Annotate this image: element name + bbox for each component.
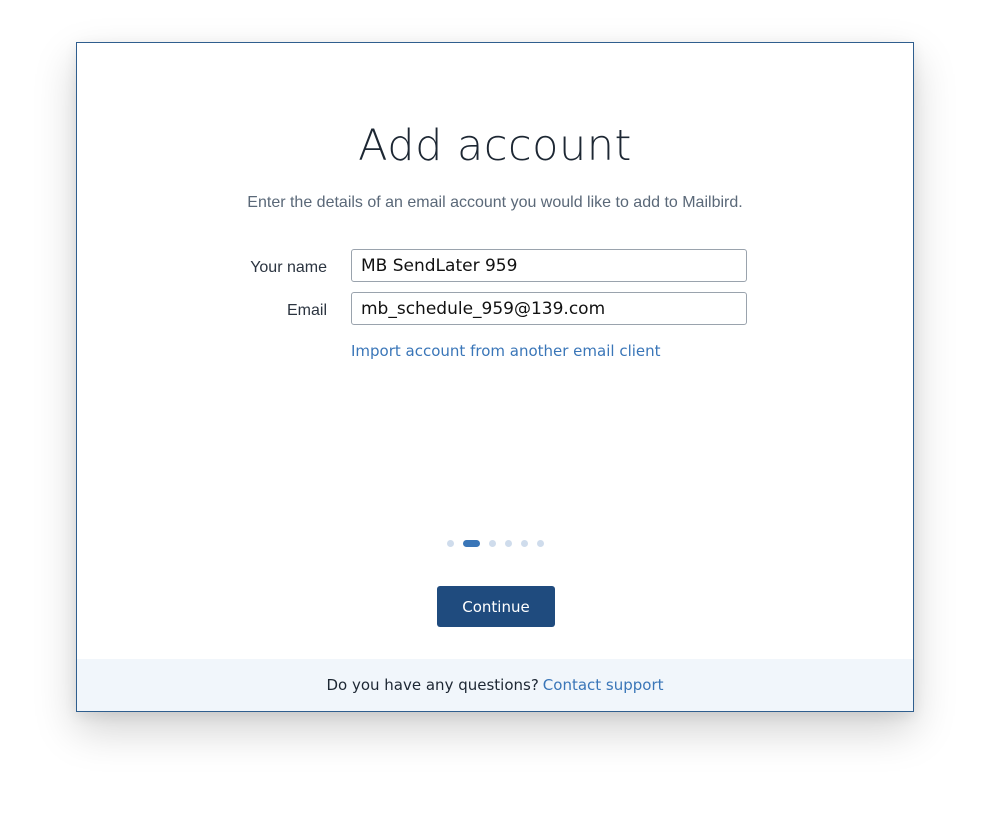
email-field[interactable]	[351, 292, 747, 325]
step-dot-4	[504, 540, 512, 547]
step-dot-6	[536, 540, 544, 547]
continue-button[interactable]: Continue	[437, 586, 555, 627]
import-account-link[interactable]: Import account from another email client	[351, 342, 661, 360]
page-title: Add account	[358, 121, 632, 171]
step-dot-3	[488, 540, 496, 547]
page-subtitle: Enter the details of an email account yo…	[247, 194, 743, 211]
name-label: Your name	[250, 259, 327, 276]
email-label: Email	[286, 302, 327, 319]
step-dot-1	[446, 540, 454, 547]
add-account-dialog: Add account Enter the details of an emai…	[76, 42, 914, 712]
step-dot-2-active	[462, 540, 480, 547]
step-dot-5	[520, 540, 528, 547]
step-indicator	[77, 540, 913, 547]
name-field[interactable]	[351, 249, 747, 282]
contact-support-link[interactable]: Contact support	[543, 676, 664, 694]
support-question: Do you have any questions?	[326, 676, 539, 694]
support-footer: Do you have any questions? Contact suppo…	[77, 659, 913, 711]
